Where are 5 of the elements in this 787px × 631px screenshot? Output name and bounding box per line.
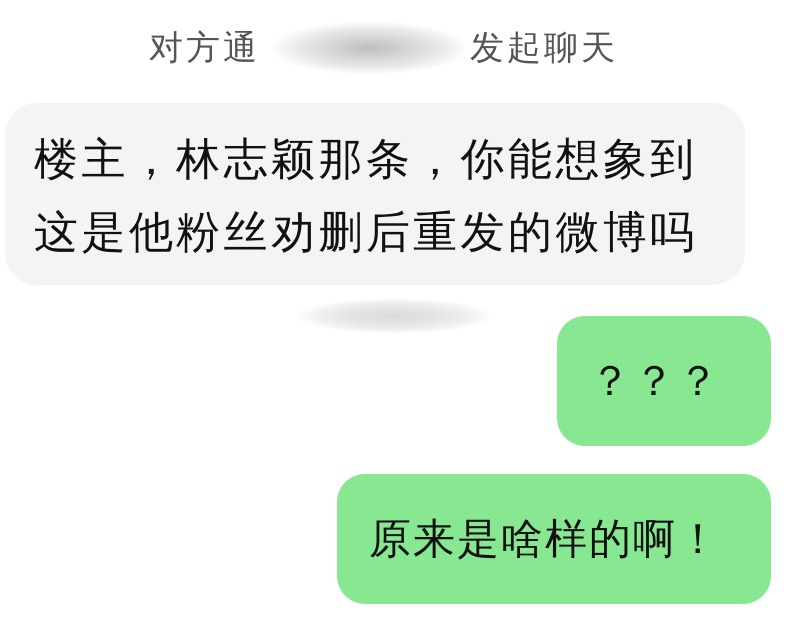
notice-text: 对方通: [149, 28, 260, 68]
message-text: 原来是啥样的啊！: [369, 514, 721, 564]
notice-text: 发起聊天: [470, 28, 618, 68]
message-text: 楼主，林志颖那条，你能想象到这是他粉丝劝删后重发的微博吗: [34, 133, 699, 260]
message-text: ？？？: [589, 356, 721, 406]
